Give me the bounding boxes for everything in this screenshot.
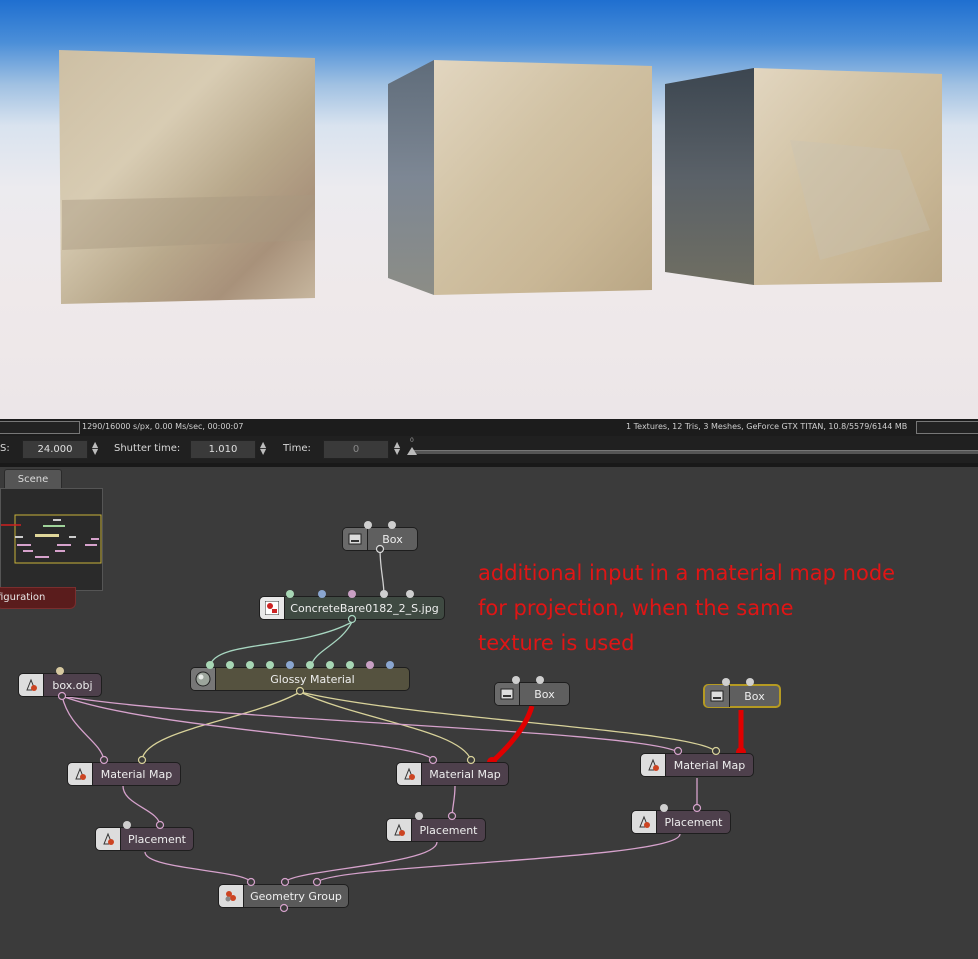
material-map-icon bbox=[397, 763, 422, 785]
node-material-map-right[interactable]: Material Map bbox=[640, 753, 754, 777]
texture-output-pin bbox=[347, 614, 357, 624]
node-box-mid[interactable]: Box bbox=[494, 682, 570, 706]
node-material-map-mid[interactable]: Material Map bbox=[396, 762, 509, 786]
node-label: Geometry Group bbox=[250, 889, 342, 903]
image-texture-icon bbox=[260, 597, 285, 619]
node-box-right-selected[interactable]: Box bbox=[703, 684, 781, 708]
node-label: Material Map bbox=[429, 767, 501, 781]
placement-mid-input-pins bbox=[415, 811, 457, 821]
box-top-input-pins bbox=[364, 521, 396, 529]
box-mid-input-pins bbox=[512, 676, 544, 684]
box-obj-input-pin bbox=[56, 667, 64, 675]
geometry-group-input-pins bbox=[246, 877, 322, 887]
placement-right-input-pins bbox=[660, 803, 702, 813]
node-label: Placement bbox=[419, 823, 478, 837]
placement-left-input-pins bbox=[123, 820, 165, 830]
node-placement-right[interactable]: Placement bbox=[631, 810, 731, 834]
glossy-input-pins bbox=[206, 661, 394, 669]
node-label: Placement bbox=[127, 832, 186, 846]
node-material-map-left[interactable]: Material Map bbox=[67, 762, 181, 786]
material-map-icon bbox=[68, 763, 93, 785]
node-label: Glossy Material bbox=[270, 672, 355, 686]
node-placement-mid[interactable]: Placement bbox=[386, 818, 486, 842]
node-label: Box bbox=[534, 687, 555, 701]
highlight-wire-mid bbox=[490, 705, 535, 764]
node-connections bbox=[61, 547, 746, 884]
placement-icon bbox=[96, 828, 121, 850]
box-obj-output-pin bbox=[57, 691, 67, 701]
placement-icon bbox=[632, 811, 657, 833]
placement-icon bbox=[387, 819, 412, 841]
node-label: Material Map bbox=[100, 767, 173, 781]
matmap-right-input-pins bbox=[673, 746, 721, 756]
box-node-icon bbox=[343, 528, 368, 550]
node-placement-left[interactable]: Placement bbox=[95, 827, 194, 851]
material-map-icon bbox=[641, 754, 666, 776]
geometry-group-icon bbox=[219, 885, 244, 907]
box-right-input-pins bbox=[722, 678, 754, 686]
node-label: box.obj bbox=[52, 678, 93, 692]
box-top-output-pin bbox=[375, 544, 385, 554]
node-label: Material Map bbox=[673, 758, 746, 772]
box-node-icon bbox=[495, 683, 520, 705]
material-sphere-icon bbox=[191, 668, 216, 690]
box-node-icon bbox=[705, 685, 730, 707]
glossy-output-pin bbox=[295, 686, 305, 696]
matmap-mid-input-pins bbox=[428, 755, 476, 765]
annotation-text: additional input in a material map node … bbox=[478, 561, 896, 655]
texture-input-pins bbox=[286, 590, 414, 598]
node-label: Placement bbox=[664, 815, 723, 829]
matmap-left-input-pins bbox=[99, 755, 147, 765]
node-label: ConcreteBare0182_2_S.jpg bbox=[290, 601, 439, 615]
node-label: Box bbox=[744, 689, 765, 703]
mesh-icon bbox=[19, 674, 44, 696]
geometry-group-output-pin bbox=[279, 903, 289, 913]
